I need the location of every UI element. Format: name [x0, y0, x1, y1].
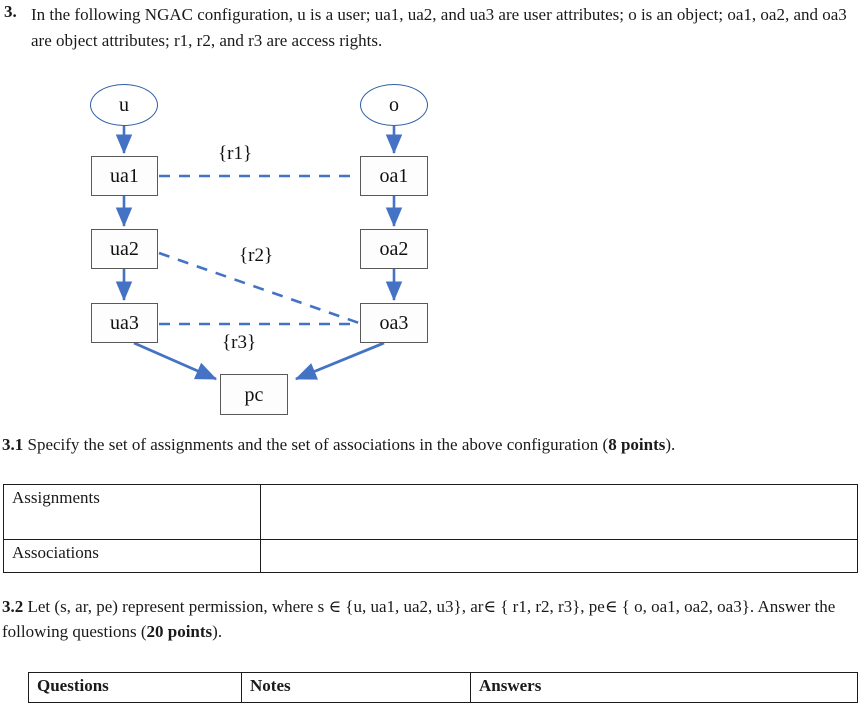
table-row: Assignments: [3, 484, 858, 540]
section-3-1-body: Specify the set of assignments and the s…: [23, 435, 609, 454]
diagram-node-oa1: oa1: [360, 156, 428, 196]
edge-ua3-to-pc: [133, 341, 218, 381]
table1-label-associations: Associations: [3, 539, 261, 573]
section-3-2-tail: ).: [212, 622, 223, 641]
section-3-1-points: 8 points: [608, 435, 666, 454]
section-3-2-points: 20 points: [146, 622, 213, 641]
table2-header-questions: Questions: [28, 672, 242, 703]
node-label-ua2: ua2: [110, 238, 139, 260]
node-label-ua3: ua3: [110, 312, 139, 334]
edge-oa3-to-pc: [294, 341, 385, 381]
diagram-node-ua1: ua1: [91, 156, 158, 196]
diagram-node-ua2: ua2: [91, 229, 158, 269]
node-label-oa2: oa2: [379, 238, 409, 260]
edge-label-r1: {r1}: [218, 143, 253, 164]
section-3-1-text: 3.1 Specify the set of assignments and t…: [2, 433, 865, 457]
diagram-node-oa3: oa3: [360, 303, 428, 343]
question-number: 3.: [4, 2, 17, 21]
assignments-associations-table: Assignments Associations: [3, 484, 858, 573]
diagram-node-o: o: [360, 84, 428, 126]
table1-label-assignments: Assignments: [3, 484, 261, 540]
node-label-pc: pc: [244, 383, 264, 406]
table-row: Associations: [3, 539, 858, 573]
table2-header-answers: Answers: [470, 672, 858, 703]
section-3-2-text: 3.2 Let (s, ar, pe) represent permission…: [2, 594, 865, 644]
diagram-node-pc: pc: [220, 374, 288, 415]
node-label-o: o: [389, 93, 399, 116]
diagram-node-u: u: [90, 84, 158, 126]
node-label-ua1: ua1: [110, 165, 139, 187]
section-3-1-number: 3.1: [2, 435, 24, 454]
ngac-configuration-diagram: u o ua1 ua2 ua3 oa1 oa2 oa3 pc {r1} {r2}…: [0, 70, 500, 430]
table1-answer-assignments[interactable]: [260, 484, 858, 540]
table2-header-notes: Notes: [241, 672, 471, 703]
table-header-row: Questions Notes Answers: [28, 672, 858, 703]
section-3-2-body: Let (s, ar, pe) represent permission, wh…: [2, 597, 836, 641]
diagram-node-ua3: ua3: [91, 303, 158, 343]
node-label-oa3: oa3: [379, 312, 409, 334]
edge-label-r3: {r3}: [222, 332, 257, 353]
edge-label-r2: {r2}: [239, 245, 274, 266]
diagram-node-oa2: oa2: [360, 229, 428, 269]
section-3-1-tail: ).: [665, 435, 676, 454]
node-label-oa1: oa1: [379, 165, 409, 187]
questions-notes-answers-table: Questions Notes Answers: [28, 672, 858, 703]
section-3-2-number: 3.2: [2, 597, 24, 616]
question-text: In the following NGAC configuration, u i…: [31, 5, 847, 50]
node-label-u: u: [119, 93, 129, 116]
table1-answer-associations[interactable]: [260, 539, 858, 573]
